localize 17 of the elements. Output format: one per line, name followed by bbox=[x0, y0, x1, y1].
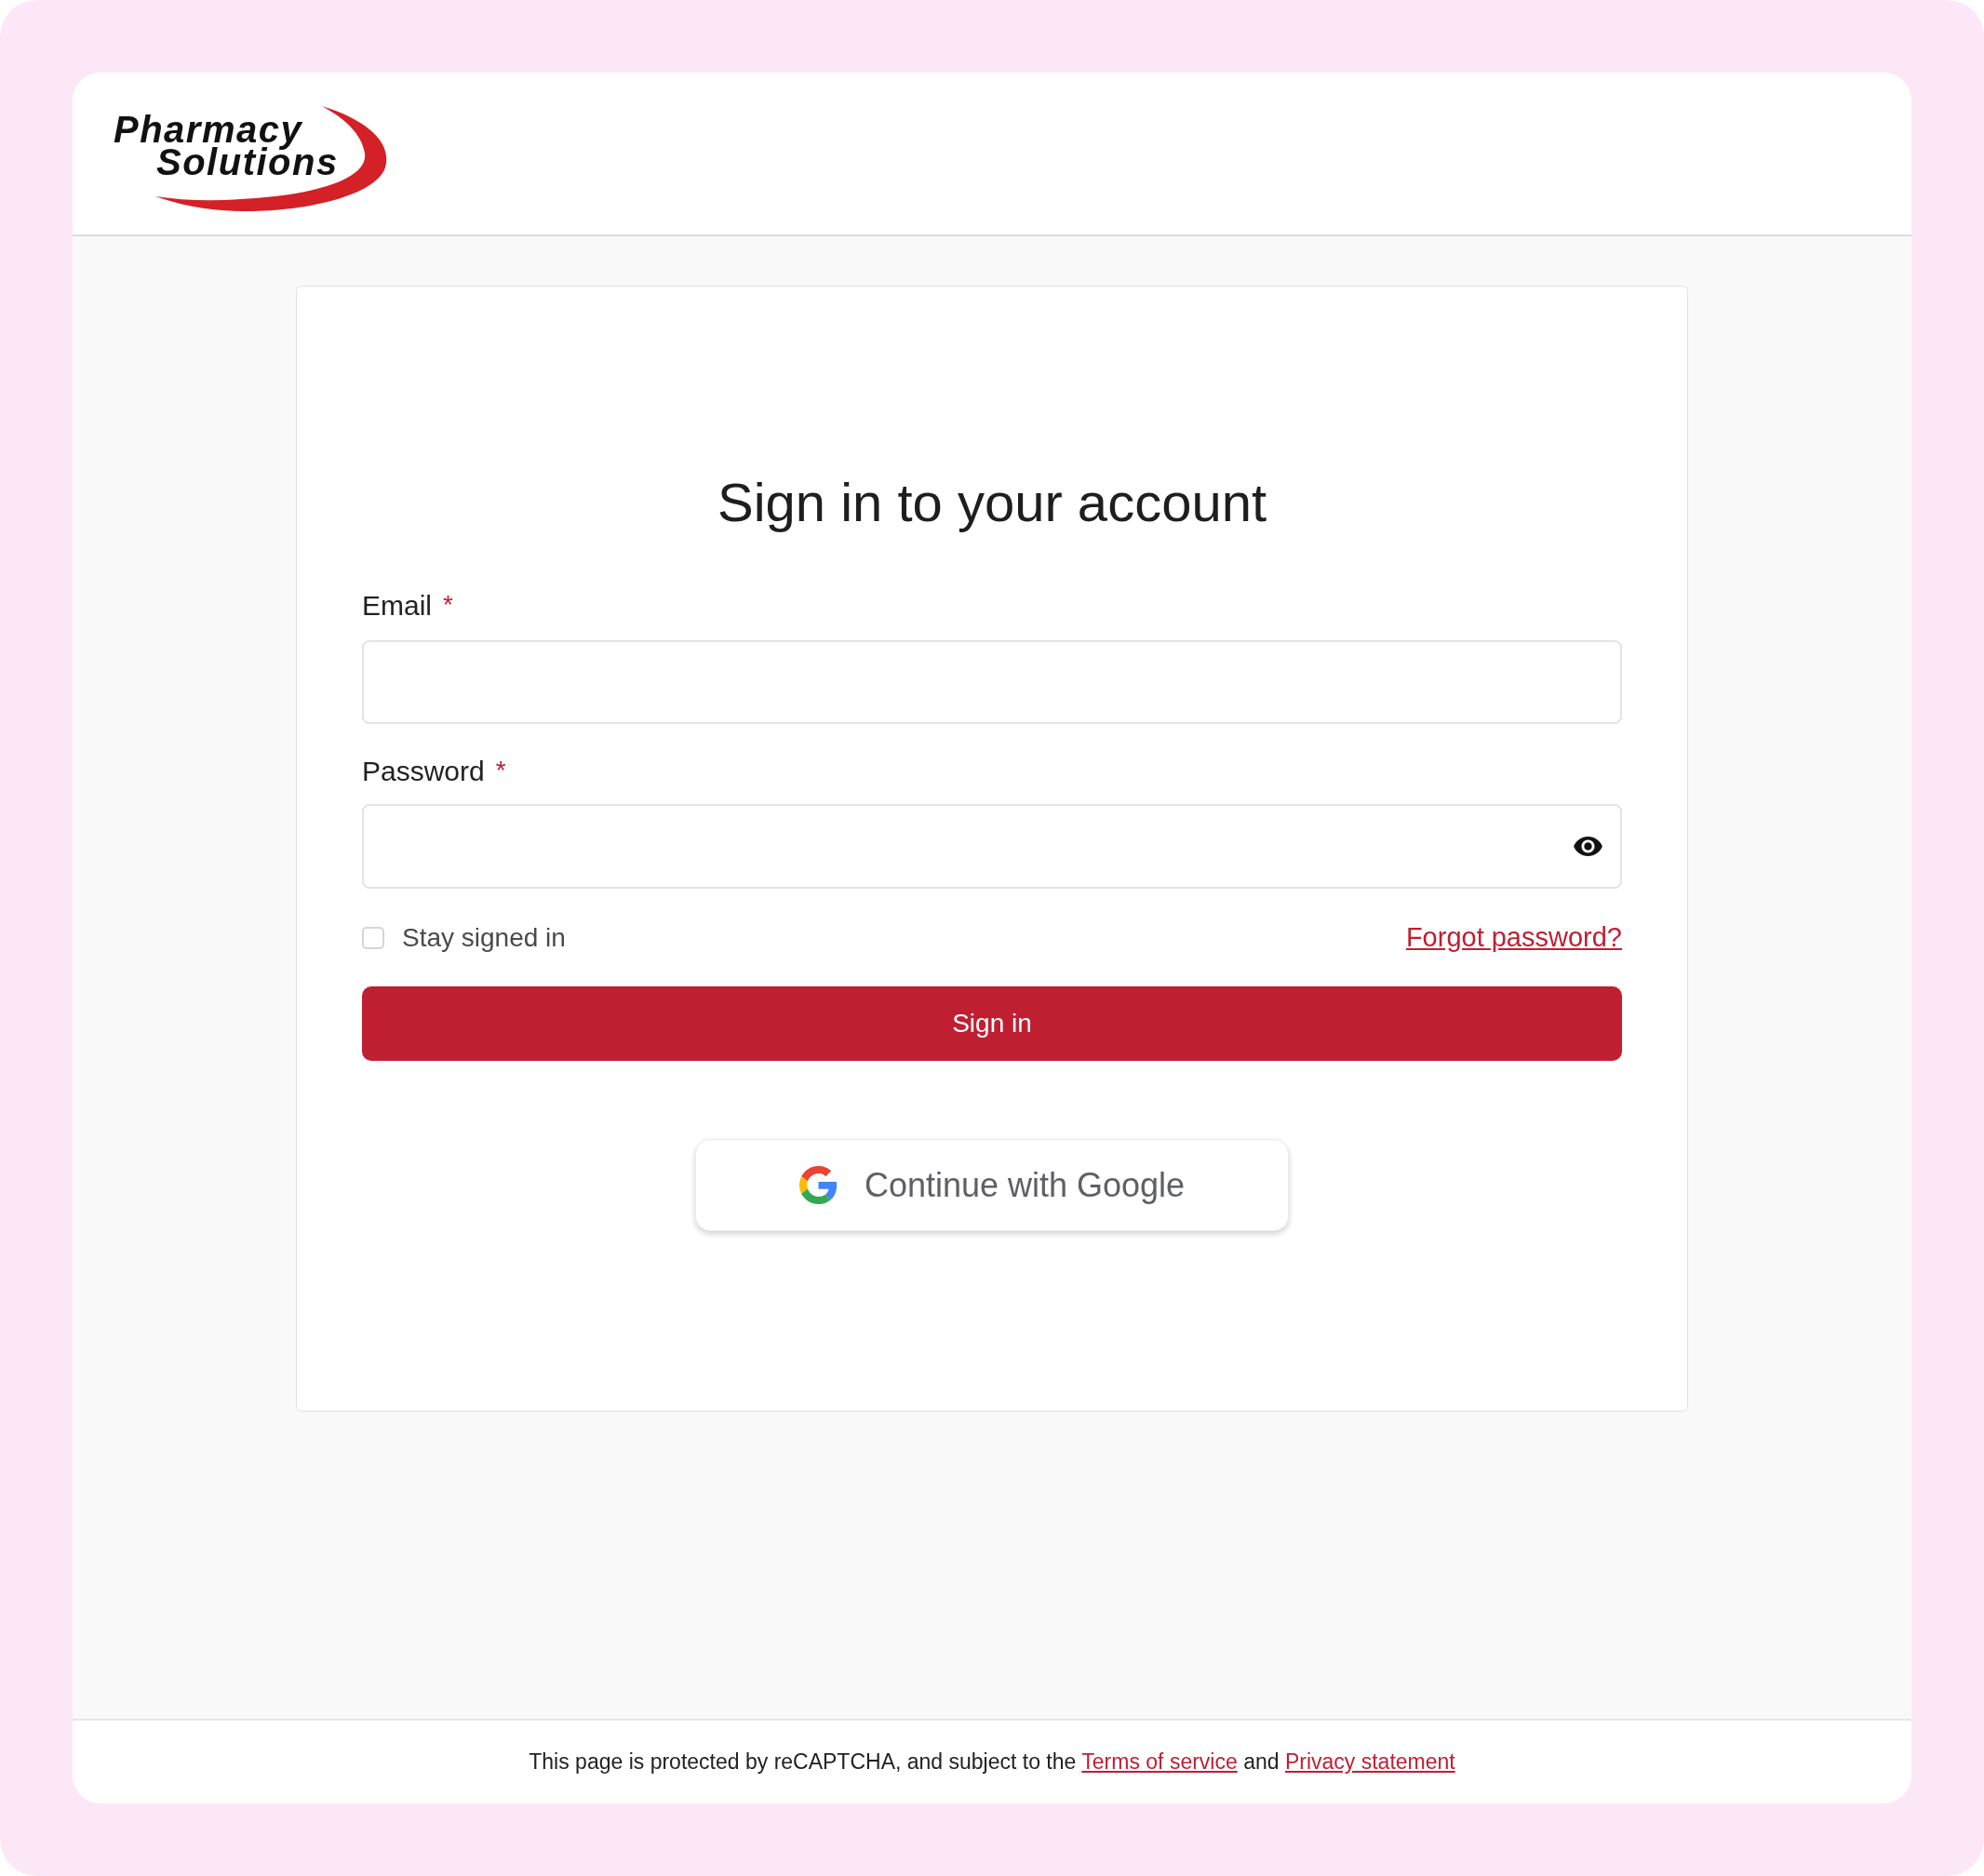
checkbox-label[interactable]: Stay signed in bbox=[402, 918, 566, 958]
field-label: Email bbox=[362, 588, 432, 623]
password-field[interactable] bbox=[362, 804, 1622, 889]
eye-icon[interactable] bbox=[1574, 837, 1602, 856]
google-g-icon bbox=[798, 1166, 838, 1204]
footer-link[interactable]: Terms of service bbox=[1081, 1749, 1238, 1775]
checkbox[interactable] bbox=[362, 927, 384, 949]
required-mark: * bbox=[443, 589, 453, 621]
forgot-password-link[interactable]: Forgot password? bbox=[1405, 918, 1622, 958]
required-mark: * bbox=[495, 755, 506, 786]
email-field[interactable] bbox=[362, 640, 1622, 724]
footer-notice: This page is protected by reCAPTCHA, and subject to the Terms of service and Privacy statement bbox=[529, 1749, 1455, 1776]
sign-in-button[interactable]: Sign in bbox=[362, 986, 1622, 1061]
google-sign-in-button[interactable]: Continue with Google bbox=[695, 1139, 1289, 1231]
field-label: Password bbox=[362, 754, 485, 788]
page-title: Sign in to your account bbox=[717, 471, 1267, 534]
footer-link[interactable]: Privacy statement bbox=[1284, 1749, 1455, 1775]
